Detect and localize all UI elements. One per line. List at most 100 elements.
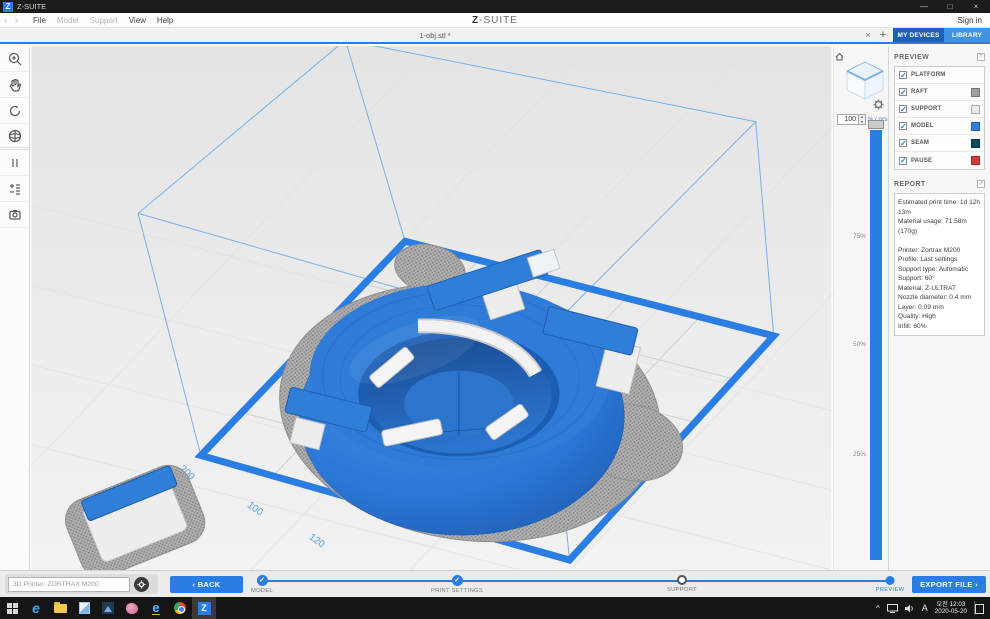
photos-app-icon[interactable] xyxy=(96,597,120,619)
menu-bar: ‹ › File Model Support View Help Z-SUITE… xyxy=(0,13,990,28)
sign-in-link[interactable]: Sign in xyxy=(958,16,990,25)
step-support[interactable]: SUPPORT xyxy=(667,571,697,593)
tray-expand-icon[interactable]: ^ xyxy=(876,604,880,613)
chrome-icon[interactable] xyxy=(168,597,192,619)
model-checkbox[interactable] xyxy=(899,122,907,130)
seam-checkbox[interactable] xyxy=(899,139,907,147)
start-button-icon[interactable] xyxy=(0,597,24,619)
taskbar-clock[interactable]: 오전 12:03 2020-05-20 xyxy=(935,601,967,616)
report-material-usage: Material usage: 71.58m (170g) xyxy=(898,217,981,236)
orbit-icon[interactable] xyxy=(0,124,29,150)
slider-mark-50: 50% xyxy=(836,341,866,348)
export-file-button[interactable]: EXPORT FILE › xyxy=(912,576,986,593)
report-support-type: Support type: Automatic xyxy=(898,265,981,275)
seam-swatch xyxy=(971,139,980,148)
pause-checkbox[interactable] xyxy=(899,157,907,165)
snapshot-icon[interactable] xyxy=(0,202,29,228)
preview-help-icon[interactable]: ? xyxy=(977,53,985,61)
report-quality: Quality: High xyxy=(898,312,981,322)
step-model[interactable]: MODEL xyxy=(251,571,273,594)
step-preview[interactable]: PREVIEW xyxy=(876,571,905,593)
report-profile: Profile: Last settings xyxy=(898,255,981,265)
menu-model: Model xyxy=(57,16,79,25)
network-icon[interactable] xyxy=(887,604,898,613)
raft-checkbox[interactable] xyxy=(899,88,907,96)
zsuite-taskbar-icon[interactable]: Z xyxy=(192,597,216,619)
report-layer: Layer: 0.09 mm xyxy=(898,303,981,313)
list-item-seam[interactable]: SEAM xyxy=(895,135,984,152)
layer-slider-handle[interactable] xyxy=(868,120,884,129)
close-button[interactable]: × xyxy=(971,0,981,13)
clock-time: 오전 12:03 xyxy=(935,601,967,609)
menu-help[interactable]: Help xyxy=(157,16,173,25)
platform-checkbox[interactable] xyxy=(899,71,907,79)
window-title: Z-SUITE xyxy=(17,2,46,11)
step-print-settings-check-icon xyxy=(452,575,463,586)
print-report: Estimated print time: 1d 12h 13m Materia… xyxy=(894,193,985,336)
file-explorer-icon[interactable] xyxy=(48,597,72,619)
layer-slider-panel: 100 ▲▼ % / pcs 75% 50% 25% xyxy=(833,46,888,570)
menu-view[interactable]: View xyxy=(129,16,146,25)
windows-taskbar: e e Z ^ A 오전 12:03 2020-05-20 xyxy=(0,597,990,619)
layer-value-stepper[interactable]: ▲▼ xyxy=(859,114,866,125)
app-window: Z Z-SUITE — □ × ‹ › File Model Support V… xyxy=(0,0,990,619)
printer-selector-group: 3D Printer: ZORTRAX M200 xyxy=(5,574,158,594)
platform-swatch xyxy=(971,71,980,80)
list-item-support[interactable]: SUPPORT xyxy=(895,101,984,118)
workflow-progress-line xyxy=(262,580,890,582)
support-checkbox[interactable] xyxy=(899,105,907,113)
maximize-button[interactable]: □ xyxy=(945,0,955,13)
workflow-bar: 3D Printer: ZORTRAX M200 ‹ BACK MODEL PR… xyxy=(0,570,990,597)
menu-file[interactable]: File xyxy=(33,16,46,25)
zoom-icon[interactable] xyxy=(0,46,29,72)
pan-hand-icon[interactable] xyxy=(0,72,29,98)
printer-selector[interactable]: 3D Printer: ZORTRAX M200 xyxy=(8,577,130,592)
report-material: Material: Z-ULTRAT xyxy=(898,284,981,294)
tab-library[interactable]: LIBRARY xyxy=(944,28,990,42)
brand-logo: Z-SUITE xyxy=(0,15,990,26)
history-back-icon[interactable]: ‹ xyxy=(0,15,11,26)
list-item-platform[interactable]: PLATFORM xyxy=(895,67,984,84)
step-preview-dot-icon xyxy=(886,576,895,585)
ime-indicator[interactable]: A xyxy=(922,603,928,613)
slider-mark-75: 75% xyxy=(836,233,866,240)
notification-center-icon[interactable] xyxy=(974,601,986,615)
history-forward-icon[interactable]: › xyxy=(11,15,22,26)
printer-settings-button[interactable] xyxy=(134,577,149,592)
step-support-dot-icon xyxy=(677,575,687,585)
pause-icon[interactable] xyxy=(0,150,29,176)
preview-panel-title: PREVIEW xyxy=(894,54,929,61)
notes-app-icon[interactable] xyxy=(72,597,96,619)
step-print-settings[interactable]: PRINT SETTINGS xyxy=(431,571,483,594)
step-model-check-icon xyxy=(257,575,268,586)
list-item-raft[interactable]: RAFT xyxy=(895,84,984,101)
report-support: Support: 60° xyxy=(898,274,981,284)
layer-slider-track[interactable] xyxy=(870,130,882,560)
layer-value-input[interactable]: 100 xyxy=(837,114,859,125)
rotate-icon[interactable] xyxy=(0,98,29,124)
edge-icon[interactable]: e xyxy=(24,597,48,619)
volume-icon[interactable] xyxy=(905,604,915,613)
view-cube[interactable] xyxy=(843,56,887,102)
close-tab-icon[interactable]: × xyxy=(862,30,874,40)
tab-my-devices[interactable]: MY DEVICES xyxy=(893,28,944,42)
minimize-button[interactable]: — xyxy=(919,0,929,13)
preview-layer-list: PLATFORM RAFT SUPPORT MODEL xyxy=(894,66,985,170)
paint-app-icon[interactable] xyxy=(120,597,144,619)
document-tab[interactable]: 1-obj.stl * xyxy=(0,31,870,40)
slider-mark-25: 25% xyxy=(836,451,866,458)
report-expand-icon[interactable]: ↗ xyxy=(977,180,985,188)
viewport-3d-scene[interactable]: 200 100 120 xyxy=(30,46,833,570)
main-content: 200 100 120 xyxy=(0,46,990,570)
list-item-model[interactable]: MODEL xyxy=(895,118,984,135)
report-infill: Infill: 60% xyxy=(898,322,981,332)
settings-gear-icon[interactable] xyxy=(873,99,884,110)
back-button[interactable]: ‹ BACK xyxy=(170,576,243,593)
menu-support: Support xyxy=(90,16,118,25)
layers-icon[interactable] xyxy=(0,176,29,202)
internet-explorer-icon[interactable]: e xyxy=(144,597,168,619)
viewport-3d[interactable]: 200 100 120 xyxy=(30,46,833,570)
list-item-pause[interactable]: PAUSE xyxy=(895,152,984,169)
new-tab-icon[interactable]: + xyxy=(876,29,890,41)
pause-swatch xyxy=(971,156,980,165)
